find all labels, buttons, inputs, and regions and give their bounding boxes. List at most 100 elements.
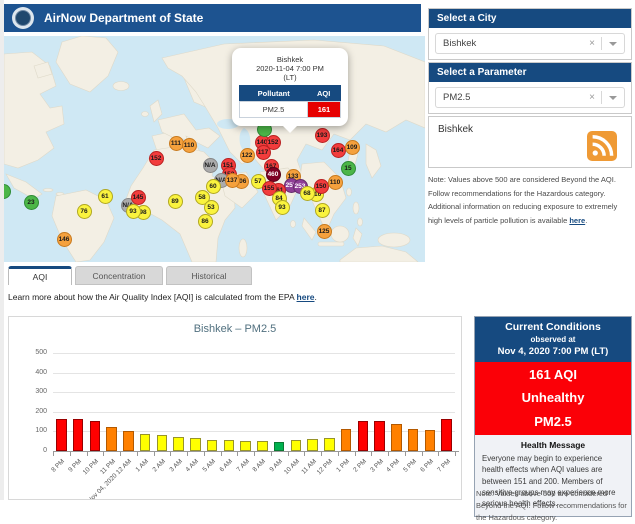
chart-bar[interactable] xyxy=(324,438,335,451)
chart-bar[interactable] xyxy=(358,421,369,451)
chevron-down-icon[interactable] xyxy=(609,96,617,104)
chart-bar[interactable] xyxy=(441,419,452,451)
epa-suffix: . xyxy=(315,292,317,302)
chart-gridline xyxy=(53,412,455,413)
chart-bar[interactable] xyxy=(224,440,235,451)
tab-concentration[interactable]: Concentration xyxy=(75,266,163,285)
chart-bar[interactable] xyxy=(257,441,268,451)
parameter-panel-header: Select a Parameter xyxy=(429,63,631,82)
bottom-note: Note: Values above 500 are considered Be… xyxy=(476,488,632,524)
aqi-marker[interactable]: 93 xyxy=(275,200,290,215)
aqi-marker[interactable]: 146 xyxy=(57,232,72,247)
clear-icon[interactable]: × xyxy=(583,38,601,49)
sidebar-note-text: Note: Values above 500 are considered Be… xyxy=(428,175,617,225)
chart-bar[interactable] xyxy=(207,440,218,451)
parameter-select[interactable]: PM2.5 × xyxy=(435,87,625,108)
aqi-marker[interactable]: 61 xyxy=(98,189,113,204)
aqi-marker[interactable]: 110 xyxy=(182,138,197,153)
world-map[interactable]: 236176146152111110122N/A151153N/A1061376… xyxy=(4,36,425,262)
map-basemap xyxy=(4,36,425,262)
feed-box: Bishkek xyxy=(428,116,632,168)
map-popup: Bishkek 2020-11-04 7:00 PM (LT) Pollutan… xyxy=(232,48,348,126)
chart-bar[interactable] xyxy=(90,421,101,451)
tab-historical[interactable]: Historical xyxy=(166,266,252,285)
chart-bar[interactable] xyxy=(391,424,402,451)
popup-datetime: 2020-11-04 7:00 PM xyxy=(239,64,341,73)
x-axis-tick xyxy=(53,451,54,456)
city-select[interactable]: Bishkek × xyxy=(435,33,625,54)
city-panel-header: Select a City xyxy=(429,9,631,28)
chart-bar[interactable] xyxy=(291,440,302,451)
chart-bar[interactable] xyxy=(56,419,67,451)
aqi-marker[interactable]: 164 xyxy=(331,143,346,158)
aqi-marker[interactable]: 86 xyxy=(198,214,213,229)
chart-bar[interactable] xyxy=(307,439,318,451)
chart-bar[interactable] xyxy=(123,431,134,451)
epa-link[interactable]: here xyxy=(297,292,315,302)
aqi-marker[interactable]: 15 xyxy=(341,161,356,176)
select-divider xyxy=(601,37,602,50)
clear-icon[interactable]: × xyxy=(583,92,601,103)
chart-bar[interactable] xyxy=(190,438,201,451)
rss-icon[interactable] xyxy=(587,131,617,161)
y-tick-label: 500 xyxy=(17,349,47,356)
tab-aqi[interactable]: AQI xyxy=(8,266,72,285)
x-axis-tick xyxy=(204,451,205,456)
x-axis-tick xyxy=(288,451,289,456)
aqi-marker[interactable]: 23 xyxy=(24,195,39,210)
aqi-marker[interactable]: 89 xyxy=(168,194,183,209)
current-conditions-panel: Current Conditions observed at Nov 4, 20… xyxy=(474,316,632,517)
chart-gridline xyxy=(53,353,455,354)
aqi-marker[interactable]: 117 xyxy=(256,145,271,160)
x-axis-tick xyxy=(170,451,171,456)
chart-bar[interactable] xyxy=(106,427,117,452)
chart-bar[interactable] xyxy=(157,435,168,451)
chart-bar[interactable] xyxy=(425,430,436,451)
chart-bar[interactable] xyxy=(341,429,352,451)
x-axis-tick xyxy=(87,451,88,456)
chart-bar[interactable] xyxy=(173,437,184,451)
aqi-marker[interactable]: 109 xyxy=(345,140,360,155)
conditions-title: Current Conditions xyxy=(479,321,627,333)
aqi-marker[interactable]: N/A xyxy=(203,158,218,173)
conditions-observed-label: observed at xyxy=(479,335,627,344)
x-axis-tick xyxy=(422,451,423,456)
chart-bar[interactable] xyxy=(408,429,419,451)
x-axis-tick xyxy=(221,451,222,456)
aqi-marker[interactable]: 150 xyxy=(314,179,329,194)
aqi-marker[interactable]: 87 xyxy=(315,203,330,218)
parameter-select-value: PM2.5 xyxy=(443,92,470,103)
health-message-title: Health Message xyxy=(482,440,624,450)
chevron-down-icon[interactable] xyxy=(609,42,617,50)
aqi-marker[interactable]: 145 xyxy=(131,190,146,205)
y-tick-label: 400 xyxy=(17,369,47,376)
chart-bar[interactable] xyxy=(274,442,285,451)
chart-bar[interactable] xyxy=(140,434,151,451)
note-link[interactable]: here xyxy=(569,216,585,225)
city-select-value: Bishkek xyxy=(443,38,476,49)
x-axis-tick xyxy=(405,451,406,456)
aqi-marker[interactable]: 137 xyxy=(225,173,240,188)
chart-bar[interactable] xyxy=(73,419,84,451)
aqi-marker[interactable]: 110 xyxy=(328,175,343,190)
chart-bar[interactable] xyxy=(240,441,251,451)
conditions-aqi-block: 161 AQI Unhealthy PM2.5 xyxy=(475,362,631,435)
x-axis-tick xyxy=(371,451,372,456)
x-axis-tick xyxy=(321,451,322,456)
aqi-marker[interactable]: 460 xyxy=(266,167,281,182)
conditions-aqi-value: 161 AQI xyxy=(475,363,631,386)
conditions-pollutant: PM2.5 xyxy=(475,410,631,433)
parameter-panel: Select a Parameter PM2.5 × xyxy=(428,62,632,114)
aqi-marker[interactable]: 152 xyxy=(149,151,164,166)
aqi-marker[interactable]: 53 xyxy=(204,200,219,215)
aqi-marker[interactable]: 93 xyxy=(126,204,141,219)
aqi-marker[interactable]: 76 xyxy=(77,204,92,219)
aqi-marker[interactable]: 125 xyxy=(317,224,332,239)
popup-pollutant-header: Pollutant xyxy=(240,86,308,102)
aqi-marker[interactable]: 122 xyxy=(240,148,255,163)
aqi-marker[interactable]: 193 xyxy=(315,128,330,143)
aqi-marker[interactable]: 68 xyxy=(300,186,315,201)
x-axis-tick xyxy=(70,451,71,456)
chart-bar[interactable] xyxy=(374,421,385,451)
select-divider xyxy=(601,91,602,104)
